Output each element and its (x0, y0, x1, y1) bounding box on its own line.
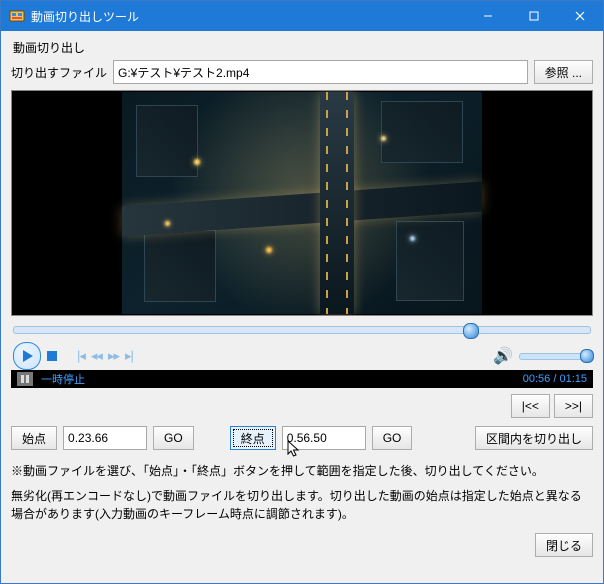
app-icon (9, 8, 25, 24)
video-preview[interactable] (11, 90, 593, 316)
file-label: 切り出すファイル (11, 64, 107, 81)
pause-icon (17, 372, 33, 386)
time-display: 00:56 / 01:15 (523, 373, 587, 385)
titlebar[interactable]: 動画切り出しツール (1, 1, 603, 31)
playback-state: 一時停止 (41, 371, 523, 387)
volume-slider[interactable] (519, 353, 591, 360)
file-row: 切り出すファイル 参照 ... (11, 60, 593, 84)
end-point-button[interactable]: 終点 (230, 426, 276, 450)
maximize-button[interactable] (511, 1, 557, 31)
next-frame-button[interactable]: >>| (554, 394, 593, 418)
start-point-button[interactable]: 始点 (11, 426, 57, 450)
seek-thumb[interactable] (463, 323, 479, 339)
close-window-button[interactable] (557, 1, 603, 31)
window-title: 動画切り出しツール (31, 8, 465, 25)
playback-controls: |◂ ◂◂ ▸▸ ▸| 🔊 (11, 342, 593, 370)
video-frame-image (122, 92, 482, 314)
cut-range-button[interactable]: 区間内を切り出し (475, 426, 593, 450)
stop-button[interactable] (47, 351, 57, 361)
start-time-input[interactable] (63, 426, 147, 450)
close-button[interactable]: 閉じる (535, 533, 593, 557)
skip-end-icon[interactable]: ▸| (125, 348, 133, 364)
skip-start-icon[interactable]: |◂ (77, 348, 85, 364)
volume-icon[interactable]: 🔊 (493, 346, 513, 366)
prev-frame-button[interactable]: |<< (511, 394, 550, 418)
forward-icon[interactable]: ▸▸ (108, 348, 119, 364)
section-label: 動画切り出し (13, 39, 593, 56)
go-end-button[interactable]: GO (372, 426, 413, 450)
go-start-button[interactable]: GO (153, 426, 194, 450)
frame-nav-row: |<< >>| (11, 388, 593, 424)
seek-bar[interactable] (11, 316, 593, 342)
help-text-1: ※動画ファイルを選び、「始点」・「終点」ボタンを押して範囲を指定した後、切り出し… (11, 462, 593, 479)
play-button[interactable] (13, 342, 41, 370)
file-path-input[interactable] (113, 60, 528, 84)
status-bar: 一時停止 00:56 / 01:15 (11, 370, 593, 388)
cut-points-row: 始点 GO 終点 GO 区間内を切り出し (11, 424, 593, 460)
volume-thumb[interactable] (580, 349, 594, 363)
browse-button[interactable]: 参照 ... (534, 60, 593, 84)
app-window: 動画切り出しツール 動画切り出し 切り出すファイル 参照 ... (0, 0, 604, 584)
play-icon (23, 350, 33, 362)
minimize-button[interactable] (465, 1, 511, 31)
client-area: 動画切り出し 切り出すファイル 参照 ... |◂ ◂◂ ▸▸ ▸ (1, 31, 603, 583)
end-time-input[interactable] (282, 426, 366, 450)
help-text-2: 無劣化(再エンコードなし)で動画ファイルを切り出します。切り出した動画の始点は指… (11, 487, 593, 523)
rewind-icon[interactable]: ◂◂ (91, 348, 102, 364)
